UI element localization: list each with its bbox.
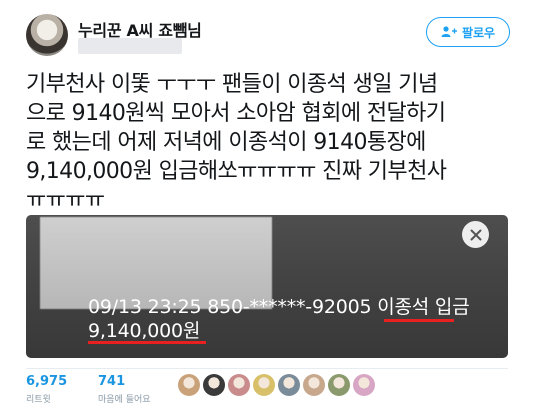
liker-avatar[interactable]: [353, 374, 375, 396]
close-icon: [470, 229, 481, 240]
tweet-header: 누리꾼 A씨 죠뺌님 팔로우: [0, 0, 540, 64]
transaction-line: 09/13 23:25 850-******-92005 이종석 입금: [88, 292, 470, 319]
handle-redacted: [78, 38, 182, 54]
liker-avatar[interactable]: [178, 374, 200, 396]
depositor-name: 이종석: [377, 296, 430, 318]
liker-avatar[interactable]: [228, 374, 250, 396]
divider: [26, 368, 508, 369]
tweet-text: 기부천사 이똧 ㅜㅜㅜ 팬들이 이종석 생일 기념 으로 9140원씩 모아서 …: [26, 72, 447, 213]
retweet-stat[interactable]: 6,975 리트윗: [26, 374, 67, 405]
transaction-type: 입금: [429, 296, 470, 318]
liker-avatar[interactable]: [278, 374, 300, 396]
like-stat[interactable]: 741 마음에 들어요: [98, 374, 151, 405]
transaction-datetime-account: 09/13 23:25 850-******-92005: [88, 296, 378, 318]
close-button[interactable]: [462, 221, 489, 248]
retweet-count: 6,975: [26, 374, 68, 389]
user-avatar[interactable]: [26, 14, 68, 56]
follow-button[interactable]: 팔로우: [426, 17, 510, 47]
liker-avatar[interactable]: [253, 374, 275, 396]
liker-avatar[interactable]: [303, 374, 325, 396]
like-label: 마음에 들어요: [98, 395, 151, 405]
like-count: 741: [98, 374, 126, 389]
liker-avatars: [178, 374, 375, 396]
tweet-media[interactable]: 09/13 23:25 850-******-92005 이종석 입금 9,14…: [26, 215, 508, 358]
amount-underline: [88, 341, 206, 344]
liker-avatar[interactable]: [328, 374, 350, 396]
name-underline: [384, 319, 454, 322]
follow-label: 팔로우: [461, 25, 496, 40]
deposit-amount: 9,140,000원: [88, 320, 201, 342]
liker-avatar[interactable]: [203, 374, 225, 396]
retweet-label: 리트윗: [26, 395, 51, 405]
add-user-icon: [441, 26, 457, 37]
